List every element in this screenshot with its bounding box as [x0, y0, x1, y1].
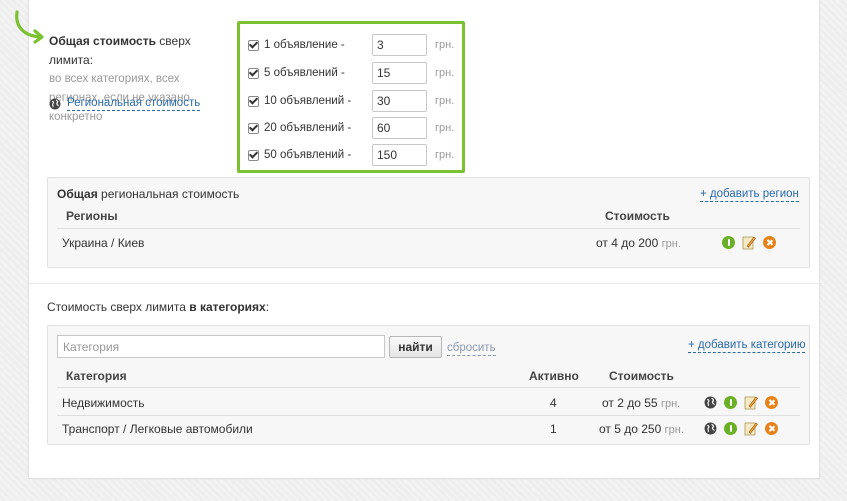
price-tier-label: 5 объявлений -: [264, 67, 345, 79]
price-tier-currency: грн.: [435, 122, 455, 134]
price-tier-currency: грн.: [435, 95, 455, 107]
category-active-cell: 4: [550, 396, 557, 410]
col-cost: Стоимость: [605, 209, 670, 223]
region-cost-currency: грн.: [661, 238, 681, 250]
price-tier-checkbox[interactable]: [248, 67, 259, 79]
regional-cost-link[interactable]: Региональная стоимость: [67, 96, 201, 111]
add-region-link[interactable]: + добавить регион: [700, 187, 799, 202]
region-cell: Украина / Киев: [62, 236, 145, 250]
section-separator: [29, 283, 818, 284]
price-tier-label: 50 объявлений -: [264, 149, 352, 161]
category-cost-currency: грн.: [664, 424, 684, 436]
region-cost-cell: от 4 до 200 грн.: [596, 236, 681, 250]
price-tier-checkbox[interactable]: [248, 39, 259, 51]
edit-icon[interactable]: [744, 421, 758, 436]
category-section-title-bold: в категориях: [189, 300, 266, 314]
price-tiers-box: 1 объявление - грн. 5 объявлений - грн. …: [237, 21, 465, 173]
category-active-cell: 1: [550, 422, 557, 436]
category-row-actions: [704, 421, 778, 436]
price-tier-checkbox[interactable]: [248, 122, 259, 134]
price-tier-label: 1 объявление -: [264, 39, 345, 51]
divider: [57, 387, 800, 388]
find-button[interactable]: найти: [389, 336, 442, 358]
category-cost-panel: найти сбросить + добавить категорию Кате…: [47, 325, 810, 445]
category-section-title-colon: :: [265, 300, 270, 314]
general-limit-label: Общая стоимость сверх лимита: во всех ка…: [49, 32, 229, 127]
price-tier-currency: грн.: [435, 67, 455, 79]
category-cost-currency: грн.: [660, 398, 681, 410]
price-tier-label: 10 объявлений -: [264, 95, 352, 107]
info-icon[interactable]: [722, 236, 735, 249]
category-row-actions: [704, 395, 778, 410]
region-cost-value: от 4 до 200: [596, 236, 659, 250]
category-cell: Транспорт / Легковые автомобили: [62, 422, 253, 436]
info-icon[interactable]: [724, 396, 737, 409]
price-tier-currency: грн.: [435, 149, 455, 161]
regional-panel-title-bold: Общая: [57, 187, 98, 201]
general-limit-title-bold: Общая стоимость: [49, 34, 156, 48]
reset-link[interactable]: сбросить: [447, 342, 496, 356]
divider: [57, 415, 800, 416]
price-tier-label: 20 объявлений -: [264, 122, 352, 134]
category-cell: Недвижимость: [62, 396, 145, 410]
delete-icon[interactable]: [765, 422, 778, 435]
info-icon[interactable]: [724, 422, 737, 435]
price-tier-row: 5 объявлений - грн.: [248, 61, 458, 85]
add-category-link[interactable]: + добавить категорию: [688, 338, 806, 353]
category-section-title-rest: Стоимость сверх лимита: [47, 300, 190, 314]
col-regions: Регионы: [66, 209, 118, 223]
category-cost-value: от 2 до 55: [602, 396, 658, 410]
regional-panel-title-rest: региональная стоимость: [97, 187, 240, 201]
col-active: Активно: [529, 369, 579, 383]
price-tier-input[interactable]: [372, 62, 427, 84]
price-tier-row: 10 объявлений - грн.: [248, 89, 458, 113]
category-cost-cell: от 5 до 250 грн.: [599, 422, 684, 436]
curved-arrow-icon: [15, 10, 44, 44]
regional-cost-panel: Общая региональная стоимость + добавить …: [47, 177, 810, 268]
delete-icon[interactable]: [765, 396, 778, 409]
price-tier-row: 50 объявлений - грн.: [248, 143, 458, 167]
price-tier-input[interactable]: [372, 34, 427, 56]
price-tier-input[interactable]: [372, 144, 427, 166]
category-search-input[interactable]: [57, 335, 385, 358]
regional-panel-title: Общая региональная стоимость: [57, 187, 239, 201]
price-tier-input[interactable]: [372, 117, 427, 139]
category-cost-cell: от 2 до 55 грн.: [602, 396, 680, 410]
price-tier-currency: грн.: [435, 39, 455, 51]
region-row-actions: [722, 235, 776, 250]
globe-icon[interactable]: [704, 422, 717, 435]
price-tier-checkbox[interactable]: [248, 95, 259, 107]
category-cost-value: от 5 до 250: [599, 422, 662, 436]
col-cost: Стоимость: [609, 369, 674, 383]
globe-icon: [49, 98, 61, 109]
edit-icon[interactable]: [744, 395, 758, 410]
divider: [57, 228, 800, 229]
regional-cost-link-wrap[interactable]: Региональная стоимость: [49, 96, 201, 111]
price-tier-input[interactable]: [372, 90, 427, 112]
globe-icon[interactable]: [704, 396, 717, 409]
edit-icon[interactable]: [742, 235, 756, 250]
price-tier-row: 20 объявлений - грн.: [248, 116, 458, 140]
price-tier-checkbox[interactable]: [248, 149, 259, 161]
price-tier-row: 1 объявление - грн.: [248, 33, 458, 57]
delete-icon[interactable]: [763, 236, 776, 249]
col-category: Категория: [66, 369, 127, 383]
category-section-title: Стоимость сверх лимита в категориях:: [47, 300, 269, 314]
